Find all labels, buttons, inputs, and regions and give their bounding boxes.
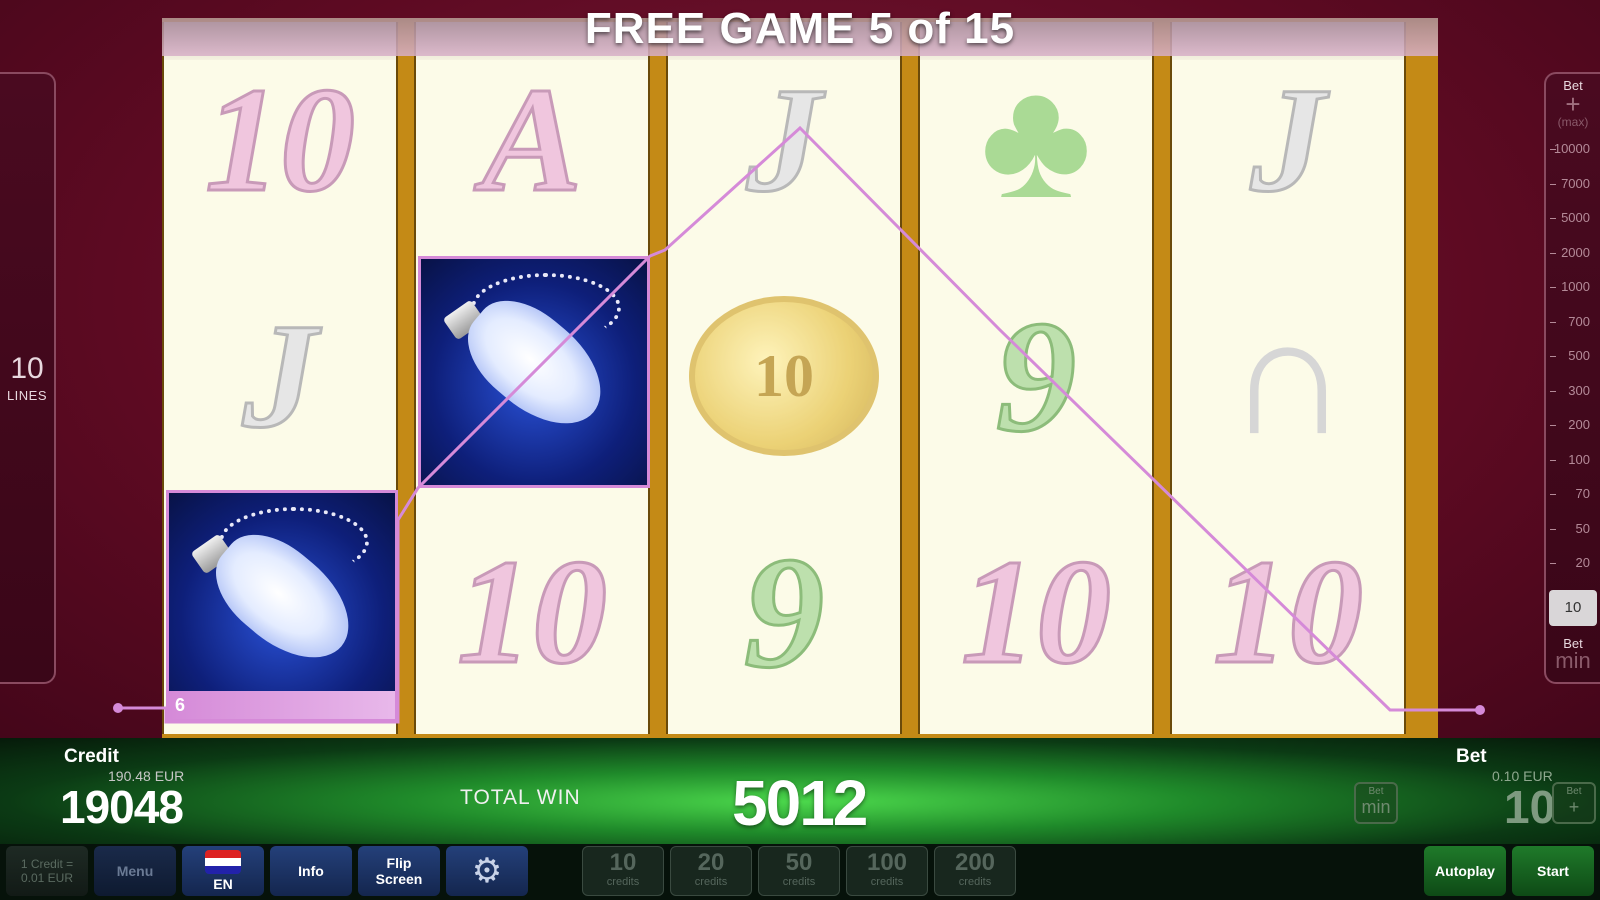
bet-tick[interactable]: 1000 [1546, 277, 1600, 312]
flip-label-2: Screen [375, 871, 423, 887]
language-button[interactable]: EN [182, 846, 264, 896]
bet-plus-icon[interactable]: + [1565, 91, 1580, 117]
bet-tick[interactable]: 7000 [1546, 174, 1600, 209]
bet-tick[interactable]: 50 [1546, 519, 1600, 554]
bet-tick[interactable]: 700 [1546, 312, 1600, 347]
bet-tick[interactable]: 100 [1546, 450, 1600, 485]
bet-min-small: Bet [1368, 786, 1384, 797]
bet-plus-small: Bet [1566, 786, 1582, 797]
credits-10-button[interactable]: 10 credits [582, 846, 664, 896]
autoplay-button[interactable]: Autoplay [1424, 846, 1506, 896]
credit-label: Credit [64, 746, 119, 767]
bet-selected-value[interactable]: 10 [1549, 589, 1597, 626]
flag-icon [205, 850, 241, 874]
bet-max-label: (max) [1557, 115, 1589, 129]
gear-icon: ⚙ [471, 852, 503, 890]
credit-value: 19048 [60, 781, 184, 833]
total-win-value: 5012 [732, 767, 868, 839]
flip-screen-button[interactable]: Flip Screen [358, 846, 440, 896]
credits-100-button[interactable]: 100 credits [846, 846, 928, 896]
menu-button[interactable]: Menu [94, 846, 176, 896]
bet-tick[interactable]: 2000 [1546, 243, 1600, 278]
bet-tick[interactable]: 300 [1546, 381, 1600, 416]
bet-min-button[interactable]: min [1555, 649, 1590, 671]
credits-200-button[interactable]: 200 credits [934, 846, 1016, 896]
info-button[interactable]: Info [270, 846, 352, 896]
win-line [113, 125, 1485, 724]
credits-50-button[interactable]: 50 credits [758, 846, 840, 896]
bet-tick[interactable]: 10000 [1546, 139, 1600, 174]
credits-20-button[interactable]: 20 credits [670, 846, 752, 896]
denomination-label: 1 Credit = 0.01 EUR [6, 846, 88, 896]
bet-tick[interactable]: 70 [1546, 484, 1600, 519]
bet-tick[interactable]: 500 [1546, 346, 1600, 381]
bet-tick[interactable]: 200 [1546, 415, 1600, 450]
bet-min-big: min [1361, 797, 1391, 817]
bet-label: Bet [1456, 746, 1487, 767]
total-win-label: TOTAL WIN [460, 786, 581, 809]
language-label: EN [213, 876, 233, 892]
plus-icon: + [1568, 797, 1580, 817]
start-button[interactable]: Start [1512, 846, 1594, 896]
settings-button[interactable]: ⚙ [446, 846, 528, 896]
win-line-end-dot [1475, 705, 1485, 715]
flip-label-1: Flip [386, 855, 412, 871]
bet-min-button[interactable]: Bet min [1354, 782, 1398, 824]
bet-value: 10 [1504, 781, 1556, 833]
bet-plus-button[interactable]: Bet + [1552, 782, 1596, 824]
win-line-path [118, 125, 1480, 724]
bet-tick[interactable]: 20 [1546, 553, 1600, 588]
bet-scale-panel[interactable]: Bet + (max) 10000 7000 5000 2000 1000 70… [1544, 72, 1600, 684]
bet-tick[interactable]: 5000 [1546, 208, 1600, 243]
win-line-start-dot [113, 703, 123, 713]
